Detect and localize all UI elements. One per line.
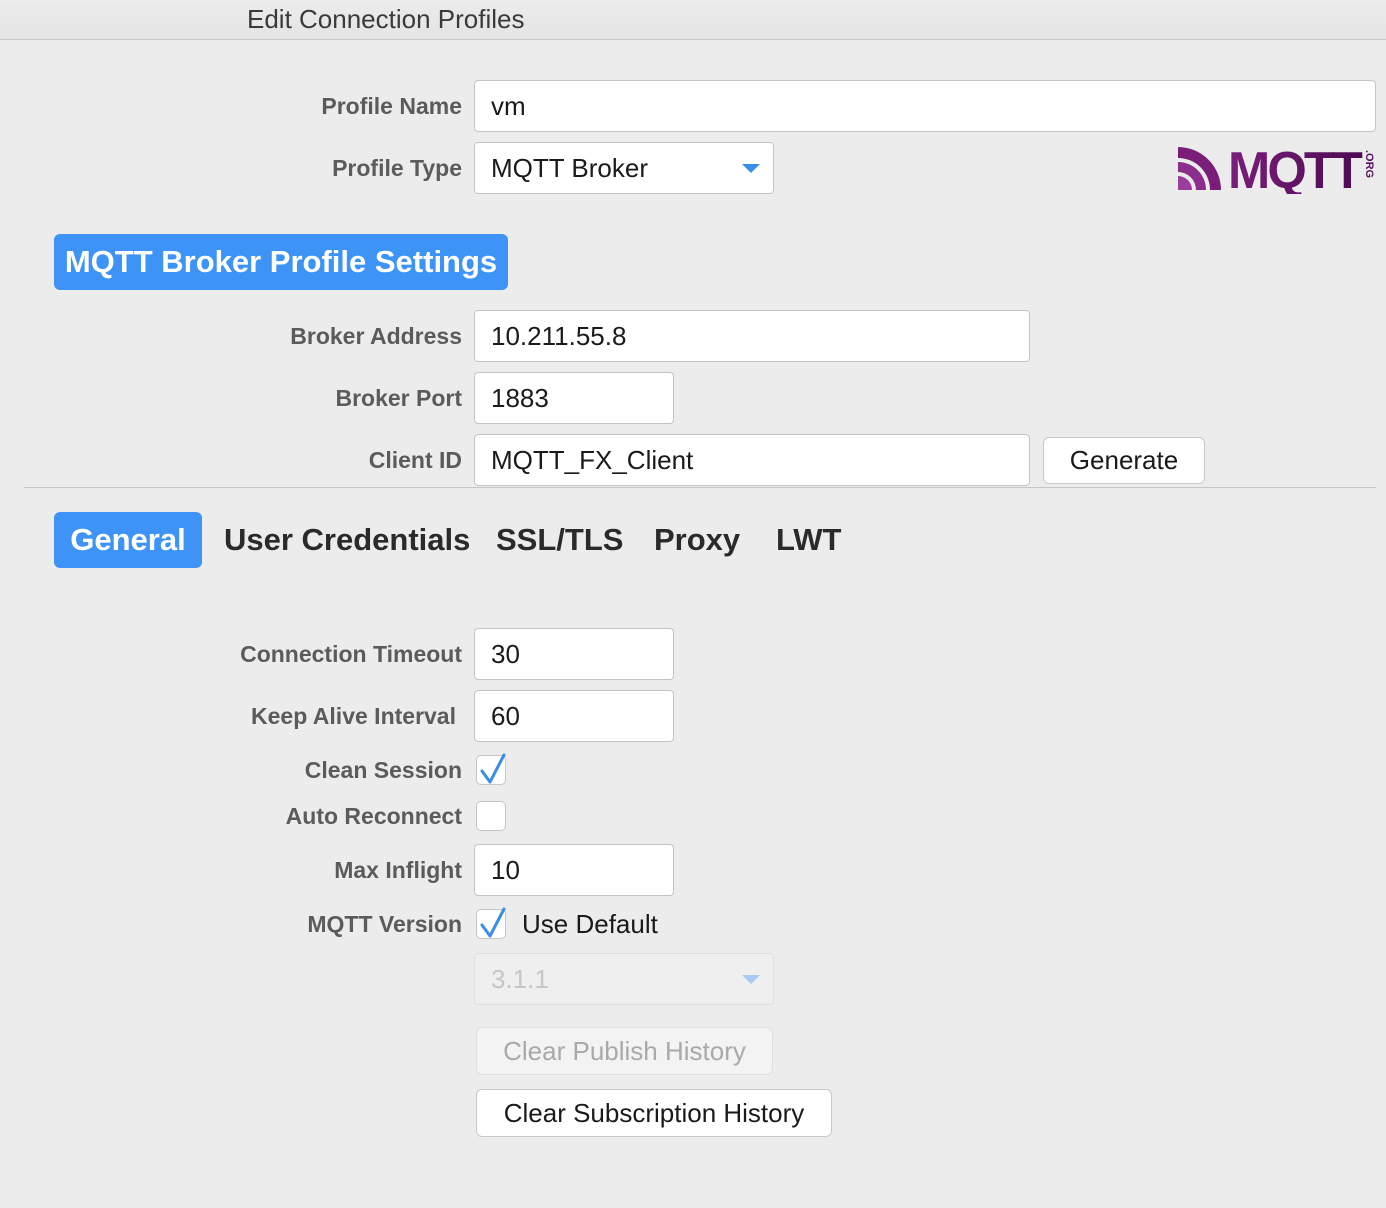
broker-port-input[interactable]: 1883 [474,372,674,424]
keep-alive-input[interactable]: 60 [474,690,674,742]
chevron-down-icon [742,975,760,984]
client-id-input[interactable]: MQTT_FX_Client [474,434,1030,486]
auto-reconnect-label: Auto Reconnect [285,803,462,829]
tab-lwt[interactable]: LWT [776,512,841,568]
profile-type-value: MQTT Broker [491,152,648,183]
max-inflight-input[interactable]: 10 [474,844,674,896]
max-inflight-label: Max Inflight [334,857,462,883]
generate-button[interactable]: Generate [1043,437,1205,484]
mqtt-version-select: 3.1.1 [474,953,774,1005]
svg-text:MQTT: MQTT [1228,144,1363,194]
checkmark-icon [480,753,506,784]
tab-ssl-tls[interactable]: SSL/TLS [496,512,623,568]
use-default-label[interactable]: Use Default [522,909,658,940]
window-title: Edit Connection Profiles [247,4,525,34]
keep-alive-label: Keep Alive Interval [251,703,456,729]
mqtt-version-label: MQTT Version [307,911,462,937]
broker-address-label: Broker Address [290,323,462,349]
broker-port-label: Broker Port [335,385,462,411]
connection-timeout-input[interactable]: 30 [474,628,674,680]
client-id-label: Client ID [368,447,462,473]
clean-session-checkbox[interactable] [476,753,506,785]
svg-text:.ORG: .ORG [1363,150,1375,178]
profile-name-input[interactable]: vm [474,80,1376,132]
tab-general[interactable]: General [54,512,202,568]
profile-type-select[interactable]: MQTT Broker [474,142,774,194]
connection-timeout-label: Connection Timeout [240,641,462,667]
clear-publish-history-button: Clear Publish History [476,1027,773,1075]
tab-user-credentials[interactable]: User Credentials [224,512,470,568]
use-default-checkbox[interactable] [476,907,506,939]
clear-subscription-history-button[interactable]: Clear Subscription History [476,1089,832,1137]
checkmark-icon [480,907,506,938]
section-divider [24,487,1376,488]
profile-name-label: Profile Name [321,93,462,119]
mqtt-org-logo: MQTT .ORG [1178,144,1375,194]
broker-settings-header: MQTT Broker Profile Settings [54,234,508,290]
auto-reconnect-checkbox[interactable] [476,801,506,831]
window-titlebar: Edit Connection Profiles [0,0,1386,40]
clean-session-label: Clean Session [304,757,462,783]
profile-type-label: Profile Type [332,155,462,181]
broker-address-input[interactable]: 10.211.55.8 [474,310,1030,362]
tab-proxy[interactable]: Proxy [654,512,740,568]
chevron-down-icon [742,164,760,173]
mqtt-version-value: 3.1.1 [491,963,549,994]
